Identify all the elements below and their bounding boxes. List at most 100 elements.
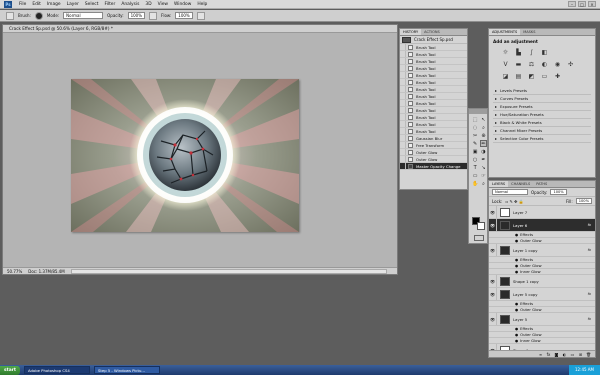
add-mask-icon[interactable]: ◙ [554,352,559,357]
history-state[interactable]: Brush Tool [400,93,467,100]
layer-row[interactable]: 👁 Shape 1 copy [489,275,595,288]
history-source-box[interactable] [400,121,406,127]
close-icon[interactable]: × [588,1,596,7]
layer-opacity-field[interactable]: 100% [550,189,567,195]
history-source-box[interactable] [400,58,406,64]
tab-actions[interactable]: ACTIONS [421,29,443,35]
history-source-box[interactable] [400,51,406,57]
history-snapshot[interactable]: Crack Effect Sp.psd [400,36,467,44]
layer-effects-icon[interactable]: fx [588,317,591,321]
history-source-box[interactable] [400,86,406,92]
layer-row[interactable]: 👁 Layer 1 copy fx [489,244,595,257]
invert-icon[interactable]: ◪ [501,73,510,81]
history-source-box[interactable] [400,65,406,71]
path-selection-tool-icon[interactable]: ↘ [480,164,486,171]
brush-tool-icon[interactable] [6,11,14,20]
expand-triangle-icon[interactable]: ▸ [495,104,497,109]
menu-item-window[interactable]: Window [171,2,194,7]
expand-triangle-icon[interactable]: ▸ [495,128,497,133]
layer-effects-icon[interactable]: fx [588,223,591,227]
menu-item-image[interactable]: Image [44,2,64,7]
history-state[interactable]: Brush Tool [400,65,467,72]
effect-visibility-icon[interactable]: ● [515,302,518,306]
history-state[interactable]: Outer Glow [400,149,467,156]
rotate-view-tool-icon[interactable]: ✋ [471,180,479,187]
history-state[interactable]: Brush Tool [400,114,467,121]
layer-fill-field[interactable]: 100% [575,198,592,204]
layer-effects-icon[interactable]: fx [588,292,591,296]
history-state[interactable]: Brush Tool [400,121,467,128]
exposure-icon[interactable]: ◧ [540,49,549,57]
history-source-box[interactable] [400,142,406,148]
layer-row[interactable]: 👁 Layer 7 [489,206,595,219]
history-state[interactable]: Brush Tool [400,58,467,65]
history-source-box[interactable] [400,79,406,85]
blend-mode-select[interactable]: Normal [492,189,528,195]
vibrance-icon[interactable]: V [501,61,510,69]
visibility-eye-icon[interactable]: 👁 [489,288,497,300]
new-group-icon[interactable]: ▭ [570,352,575,357]
curves-icon[interactable]: ∫ [527,49,536,57]
tab-paths[interactable]: PATHS [533,181,550,187]
effect-visibility-icon[interactable]: ● [515,258,518,262]
hand-tool-icon[interactable]: ☞ [480,172,486,179]
quick-selection-tool-icon[interactable]: ⌕ [480,124,486,131]
effect-visibility-icon[interactable]: ● [515,233,518,237]
expand-triangle-icon[interactable]: ▸ [495,136,497,141]
levels-icon[interactable]: ▙ [514,49,523,57]
preset-item[interactable]: ▸ Hue/Saturation Presets [493,111,591,119]
pen-tool-icon[interactable]: ✒ [480,156,486,163]
history-state[interactable]: Brush Tool [400,51,467,58]
preset-item[interactable]: ▸ Exposure Presets [493,103,591,111]
brightness-icon[interactable]: ☼ [501,49,510,57]
preset-item[interactable]: ▸ Levels Presets [493,87,591,95]
layer-effects-icon[interactable]: fx [588,248,591,252]
minimize-icon[interactable]: – [568,1,576,7]
lasso-tool-icon[interactable]: ◌ [471,124,479,131]
move-tool-icon[interactable]: ↖ [480,116,486,123]
menu-item-3d[interactable]: 3D [142,2,154,7]
gradient-map-icon[interactable]: ▭ [540,73,549,81]
menu-item-filter[interactable]: Filter [101,2,118,7]
history-source-box[interactable] [400,114,406,120]
preset-item[interactable]: ▸ Curves Presets [493,95,591,103]
lock-icon[interactable]: ▫ ✎ ✥ 🔒 [505,199,523,204]
crop-tool-icon[interactable]: ✂ [471,132,479,139]
eyedropper-tool-icon[interactable]: ⊕ [480,132,486,139]
history-state[interactable]: Master Opacity Change [400,163,467,170]
menu-item-help[interactable]: Help [194,2,210,7]
flow-field[interactable]: 100% [175,12,193,19]
tab-history[interactable]: HISTORY [400,29,422,35]
effect-visibility-icon[interactable]: ● [515,264,518,268]
expand-triangle-icon[interactable]: ▸ [495,96,497,101]
document-tab[interactable]: Crack Effect Sp.psd @ 50.6% (Layer 6, RG… [3,25,397,33]
history-source-box[interactable] [400,93,406,99]
zoom-level[interactable]: 50.77% [7,269,22,274]
mode-select[interactable]: Normal [63,12,104,19]
zoom-tool-icon[interactable]: ⌕ [480,180,486,187]
type-tool-icon[interactable]: T [471,164,479,171]
adjustment-layer-icon[interactable]: ◐ [562,352,567,357]
tab-channels[interactable]: CHANNELS [508,181,533,187]
canvas-artwork[interactable] [71,79,299,232]
taskbar-item-photoshop[interactable]: Adobe Photoshop CS4 [23,366,90,374]
clone-stamp-tool-icon[interactable]: ▣ [471,148,479,155]
effect-visibility-icon[interactable]: ● [515,327,518,331]
effect-visibility-icon[interactable]: ● [515,333,518,337]
tab-layers[interactable]: LAYERS [489,181,509,187]
history-state[interactable]: Brush Tool [400,100,467,107]
menu-item-edit[interactable]: Edit [29,2,44,7]
menu-item-layer[interactable]: Layer [64,2,82,7]
new-layer-icon[interactable]: ⊞ [578,352,583,357]
start-button[interactable]: start [0,365,20,375]
history-state[interactable]: Brush Tool [400,79,467,86]
effect-visibility-icon[interactable]: ● [515,270,518,274]
history-state[interactable]: Outer Glow [400,156,467,163]
history-source-box[interactable] [400,100,406,106]
black-white-icon[interactable]: ◐ [540,61,549,69]
history-source-box[interactable] [400,44,406,50]
layer-row[interactable]: 👁 Layer 5 copy fx [489,288,595,301]
layer-row[interactable]: 👁 Layer 5 fx [489,313,595,326]
history-source-box[interactable] [400,156,406,162]
history-state[interactable]: Brush Tool [400,128,467,135]
